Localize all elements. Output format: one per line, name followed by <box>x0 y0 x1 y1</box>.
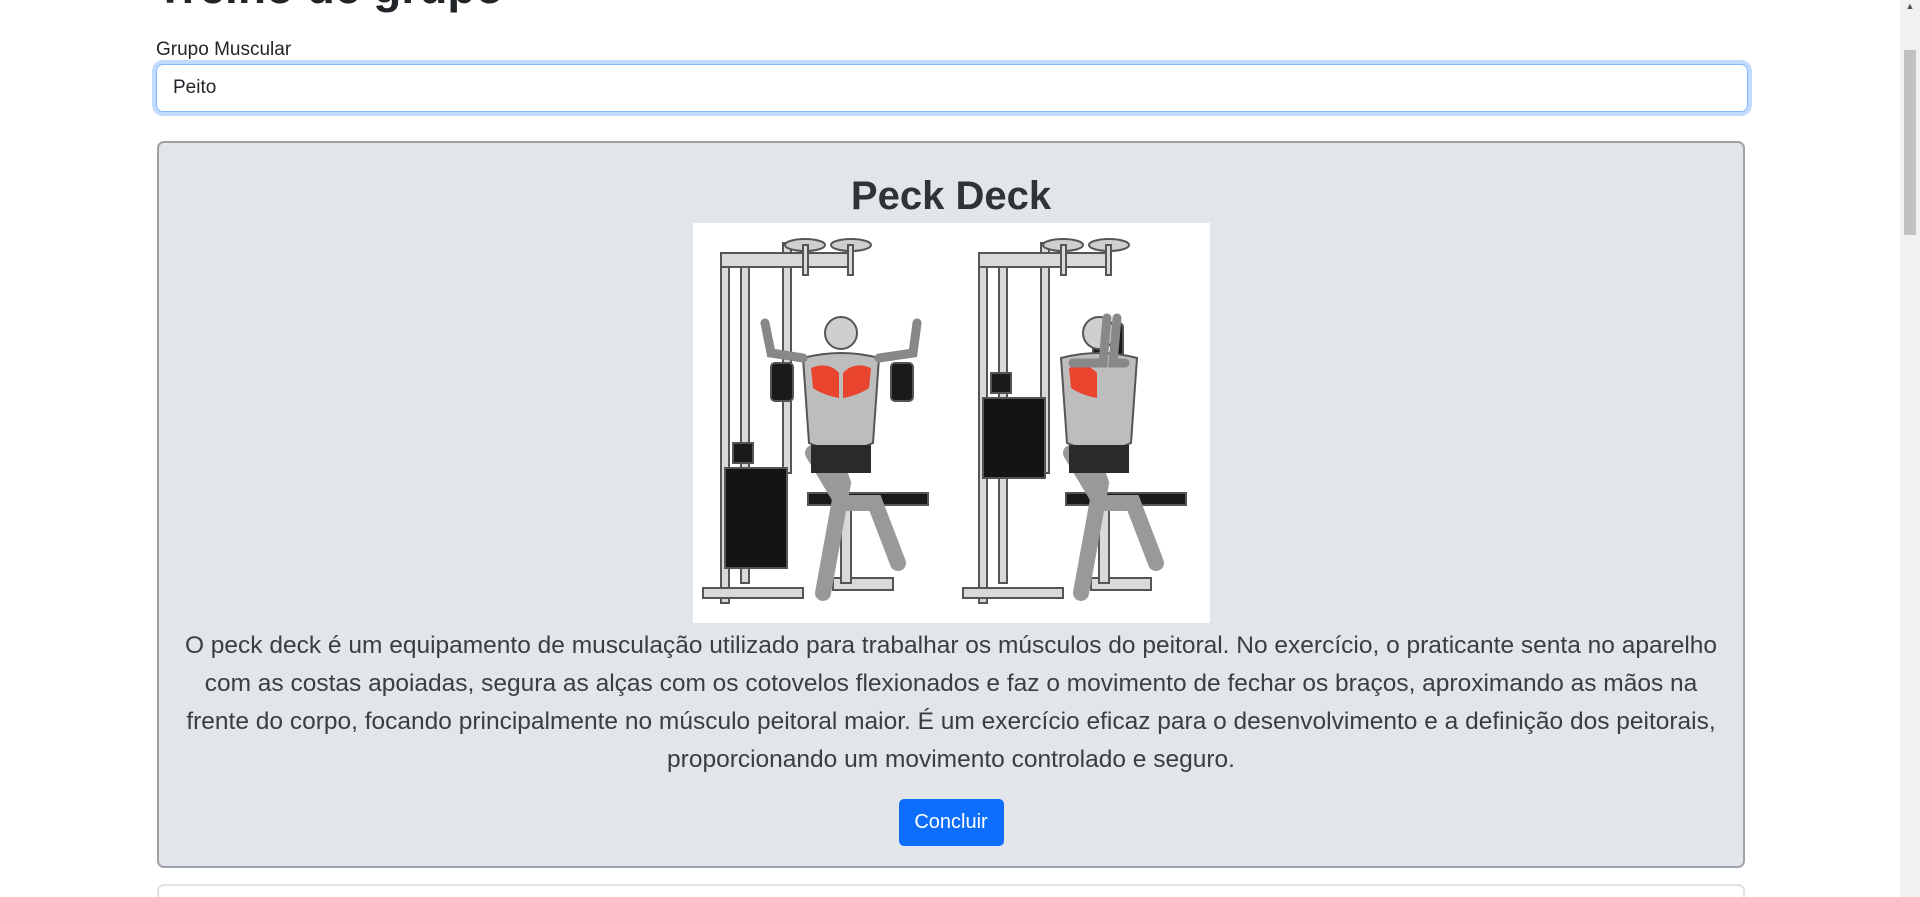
muscle-group-selected-value: Peito <box>173 77 217 98</box>
page-title: Treino de grupo <box>156 0 504 10</box>
scrollbar-thumb[interactable] <box>1904 50 1916 235</box>
exercise-description: O peck deck é um equipamento de musculaç… <box>184 632 1718 773</box>
conclude-button[interactable]: Concluir <box>898 799 1004 846</box>
caret-up-icon[interactable]: ▲ <box>1900 0 1920 14</box>
exercise-image <box>692 223 1210 623</box>
next-exercise-card <box>157 884 1745 897</box>
muscle-group-label: Grupo Muscular <box>156 39 292 60</box>
page-scrollbar[interactable]: ▲ <box>1900 0 1920 897</box>
muscle-group-filter: Grupo Muscular Peito <box>156 38 1748 112</box>
exercise-card: Peck Deck O peck deck é um equipamento d… <box>157 141 1745 868</box>
page: Treino de grupo Grupo Muscular Peito Pec… <box>0 0 1920 897</box>
exercise-title: Peck Deck <box>850 174 1052 218</box>
muscle-group-select[interactable]: Peito <box>156 64 1748 112</box>
